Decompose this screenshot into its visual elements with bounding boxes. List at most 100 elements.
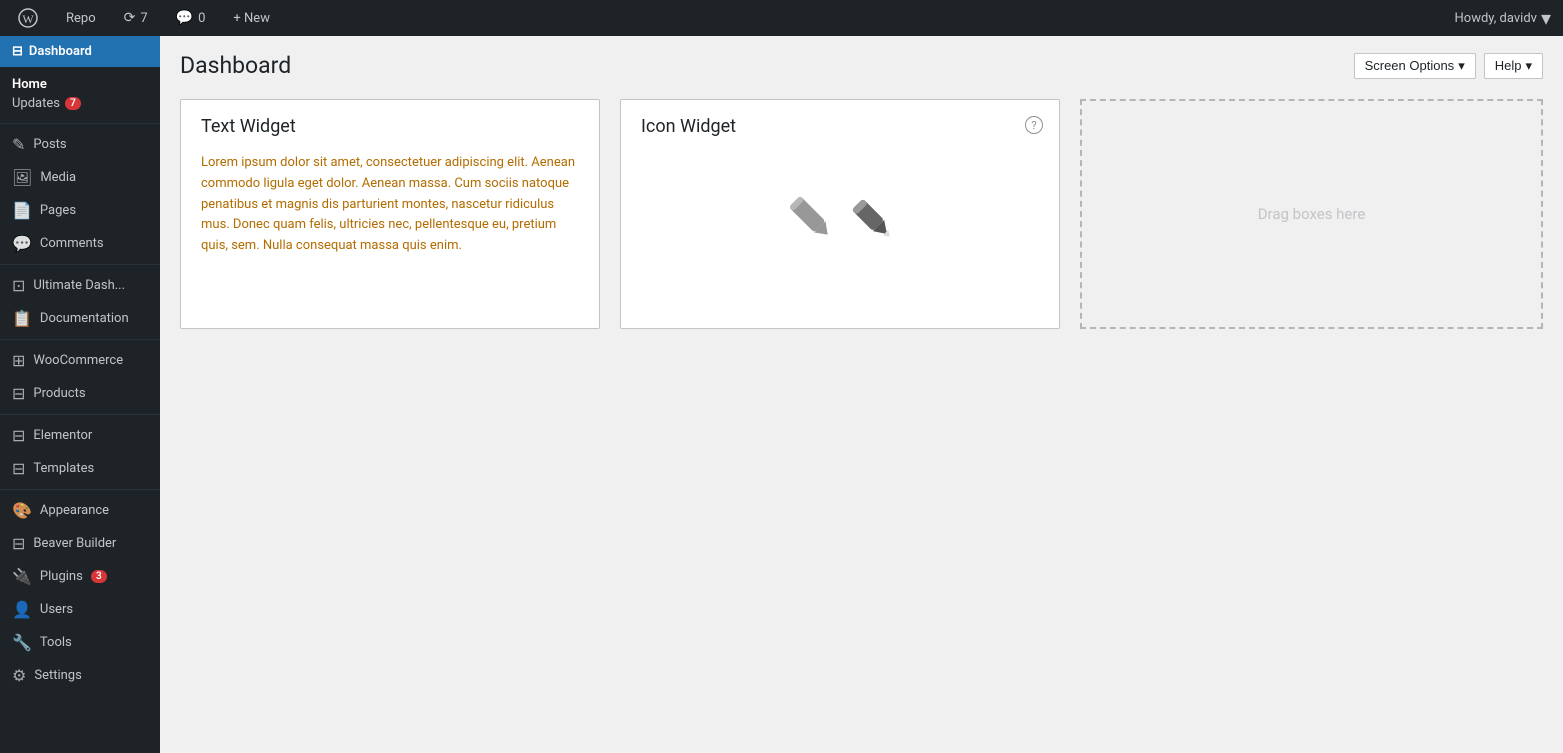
sidebar-divider-1 xyxy=(0,123,160,124)
icon-widget-help-button[interactable]: ? xyxy=(1025,116,1043,134)
sidebar-item-media[interactable]: 🖼 Media xyxy=(0,161,160,194)
documentation-icon: 📋 xyxy=(12,309,32,328)
icon-widget-icon-area xyxy=(621,147,1059,287)
media-icon: 🖼 xyxy=(12,168,32,187)
new-item[interactable]: + New xyxy=(227,7,276,30)
text-widget-card: Text Widget Lorem ipsum dolor sit amet, … xyxy=(180,99,600,329)
updates-label: Updates xyxy=(12,96,60,111)
plugins-icon: 🔌 xyxy=(12,567,32,586)
sidebar-item-dashboard[interactable]: ⊟ Dashboard xyxy=(0,36,160,67)
sidebar-divider-2 xyxy=(0,264,160,265)
sidebar-item-users[interactable]: 👤 Users xyxy=(0,593,160,626)
user-avatar-icon: ▾ xyxy=(1541,6,1551,30)
new-label: + New xyxy=(233,11,270,26)
settings-icon: ⚙ xyxy=(12,666,26,685)
products-label: Products xyxy=(33,386,85,401)
users-label: Users xyxy=(40,602,73,617)
plugins-label: Plugins xyxy=(40,569,83,584)
comments-count: 0 xyxy=(198,11,205,26)
sidebar-item-templates[interactable]: ⊟ Templates xyxy=(0,452,160,485)
sidebar-item-comments[interactable]: 💬 Comments xyxy=(0,227,160,260)
dashboard-content: Text Widget Lorem ipsum dolor sit amet, … xyxy=(160,89,1563,349)
woocommerce-icon: ⊞ xyxy=(12,351,25,370)
beaver-builder-label: Beaver Builder xyxy=(33,536,116,551)
main-content: Dashboard Screen Options ▾ Help ▾ Text W… xyxy=(160,36,1563,753)
sidebar-item-pages[interactable]: 📄 Pages xyxy=(0,194,160,227)
page-header: Dashboard Screen Options ▾ Help ▾ xyxy=(160,36,1563,89)
sidebar-item-tools[interactable]: 🔧 Tools xyxy=(0,626,160,659)
pages-label: Pages xyxy=(40,203,76,218)
text-widget-title: Text Widget xyxy=(181,100,599,147)
users-icon: 👤 xyxy=(12,600,32,619)
documentation-label: Documentation xyxy=(40,311,129,326)
screen-options-label: Screen Options xyxy=(1365,58,1455,73)
sidebar-item-woocommerce[interactable]: ⊞ WooCommerce xyxy=(0,344,160,377)
help-button[interactable]: Help ▾ xyxy=(1484,53,1543,79)
comments-label: Comments xyxy=(40,236,104,251)
sidebar-home-link[interactable]: Home xyxy=(12,75,148,94)
help-label: Help xyxy=(1495,58,1522,73)
media-label: Media xyxy=(40,170,76,185)
beaver-builder-icon: ⊟ xyxy=(12,534,25,553)
help-question-mark: ? xyxy=(1031,119,1036,132)
svg-text:W: W xyxy=(22,12,34,26)
dashboard-icon: ⊟ xyxy=(12,44,23,59)
comments-item[interactable]: 💬 0 xyxy=(170,6,212,30)
widgets-row: Text Widget Lorem ipsum dolor sit amet, … xyxy=(180,99,1543,329)
appearance-label: Appearance xyxy=(40,503,109,518)
comments-icon: 💬 xyxy=(12,234,32,253)
dashboard-label: Dashboard xyxy=(29,44,92,59)
sidebar-item-ultimate-dash[interactable]: ⊡ Ultimate Dash... xyxy=(0,269,160,302)
updates-icon: ⟳ xyxy=(124,10,136,26)
pencil-svg xyxy=(840,187,900,247)
ultimate-dash-icon: ⊡ xyxy=(12,276,25,295)
sidebar-home-section: Home Updates 7 xyxy=(0,67,160,119)
sidebar-item-appearance[interactable]: 🎨 Appearance xyxy=(0,494,160,527)
settings-label: Settings xyxy=(34,668,81,683)
screen-options-chevron: ▾ xyxy=(1458,58,1465,74)
updates-badge: 7 xyxy=(65,97,81,110)
appearance-icon: 🎨 xyxy=(12,501,32,520)
products-icon: ⊟ xyxy=(12,384,25,403)
sidebar-divider-3 xyxy=(0,339,160,340)
posts-icon: ✎ xyxy=(12,135,25,154)
drag-zone[interactable]: Drag boxes here xyxy=(1080,99,1543,329)
posts-label: Posts xyxy=(33,137,66,152)
ultimate-dash-label: Ultimate Dash... xyxy=(33,278,125,293)
sidebar-divider-5 xyxy=(0,489,160,490)
drag-zone-text: Drag boxes here xyxy=(1258,205,1366,223)
templates-icon: ⊟ xyxy=(12,459,25,478)
sidebar-updates-link[interactable]: Updates 7 xyxy=(12,94,148,115)
elementor-label: Elementor xyxy=(33,428,92,443)
icon-widget-card: Icon Widget ? xyxy=(620,99,1060,329)
sidebar-item-posts[interactable]: ✎ Posts xyxy=(0,128,160,161)
wp-logo-icon: W xyxy=(18,8,38,28)
sidebar-divider-4 xyxy=(0,414,160,415)
templates-label: Templates xyxy=(33,461,94,476)
page-title: Dashboard xyxy=(180,52,291,79)
comments-icon: 💬 xyxy=(176,10,193,26)
site-name-item[interactable]: Repo xyxy=(60,7,102,30)
plugins-badge: 3 xyxy=(91,570,107,583)
wp-logo-item[interactable]: W xyxy=(12,4,44,32)
updates-item[interactable]: ⟳ 7 xyxy=(118,6,154,30)
page-actions: Screen Options ▾ Help ▾ xyxy=(1354,53,1543,79)
woocommerce-label: WooCommerce xyxy=(33,353,123,368)
sidebar-item-plugins[interactable]: 🔌 Plugins 3 xyxy=(0,560,160,593)
screen-options-button[interactable]: Screen Options ▾ xyxy=(1354,53,1476,79)
icon-widget-title: Icon Widget xyxy=(621,100,1059,147)
howdy-text: Howdy, davidv xyxy=(1455,11,1537,26)
sidebar-item-settings[interactable]: ⚙ Settings xyxy=(0,659,160,692)
sidebar-item-documentation[interactable]: 📋 Documentation xyxy=(0,302,160,335)
site-name: Repo xyxy=(66,11,96,26)
help-chevron: ▾ xyxy=(1525,58,1532,74)
sidebar: ⊟ Dashboard Home Updates 7 ✎ Posts 🖼 Med… xyxy=(0,36,160,753)
admin-bar-right: Howdy, davidv ▾ xyxy=(1455,6,1551,30)
sidebar-item-elementor[interactable]: ⊟ Elementor xyxy=(0,419,160,452)
sidebar-item-products[interactable]: ⊟ Products xyxy=(0,377,160,410)
elementor-icon: ⊟ xyxy=(12,426,25,445)
updates-count: 7 xyxy=(140,11,147,26)
pages-icon: 📄 xyxy=(12,201,32,220)
sidebar-item-beaver-builder[interactable]: ⊟ Beaver Builder xyxy=(0,527,160,560)
text-widget-content: Lorem ipsum dolor sit amet, consectetuer… xyxy=(181,147,599,277)
